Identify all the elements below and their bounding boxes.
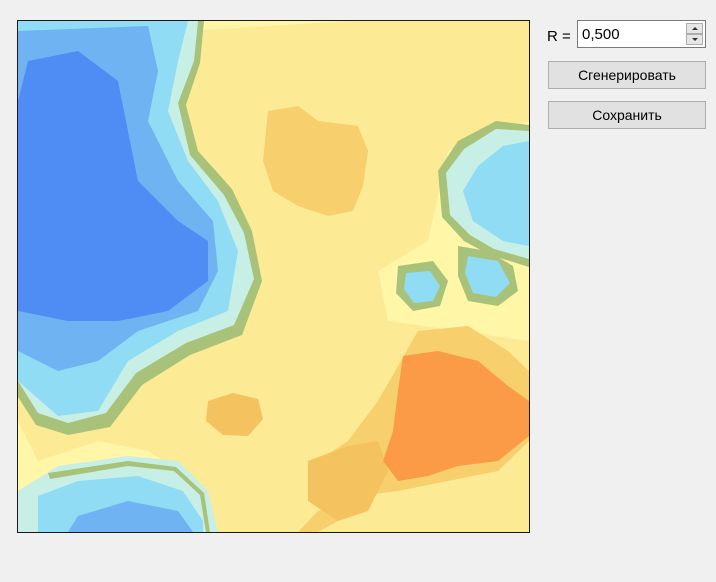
heightmap-image — [18, 21, 529, 532]
chevron-down-icon — [691, 38, 698, 41]
r-label: R = — [547, 28, 571, 45]
r-spinbox[interactable] — [577, 20, 706, 48]
spin-up-button[interactable] — [686, 23, 703, 34]
save-button[interactable]: Сохранить — [548, 101, 706, 129]
generate-button[interactable]: Сгенерировать — [548, 61, 706, 89]
r-value-input[interactable] — [580, 23, 684, 45]
chevron-up-icon — [691, 27, 698, 30]
heightmap-canvas — [17, 20, 530, 533]
spin-down-button[interactable] — [686, 34, 703, 45]
